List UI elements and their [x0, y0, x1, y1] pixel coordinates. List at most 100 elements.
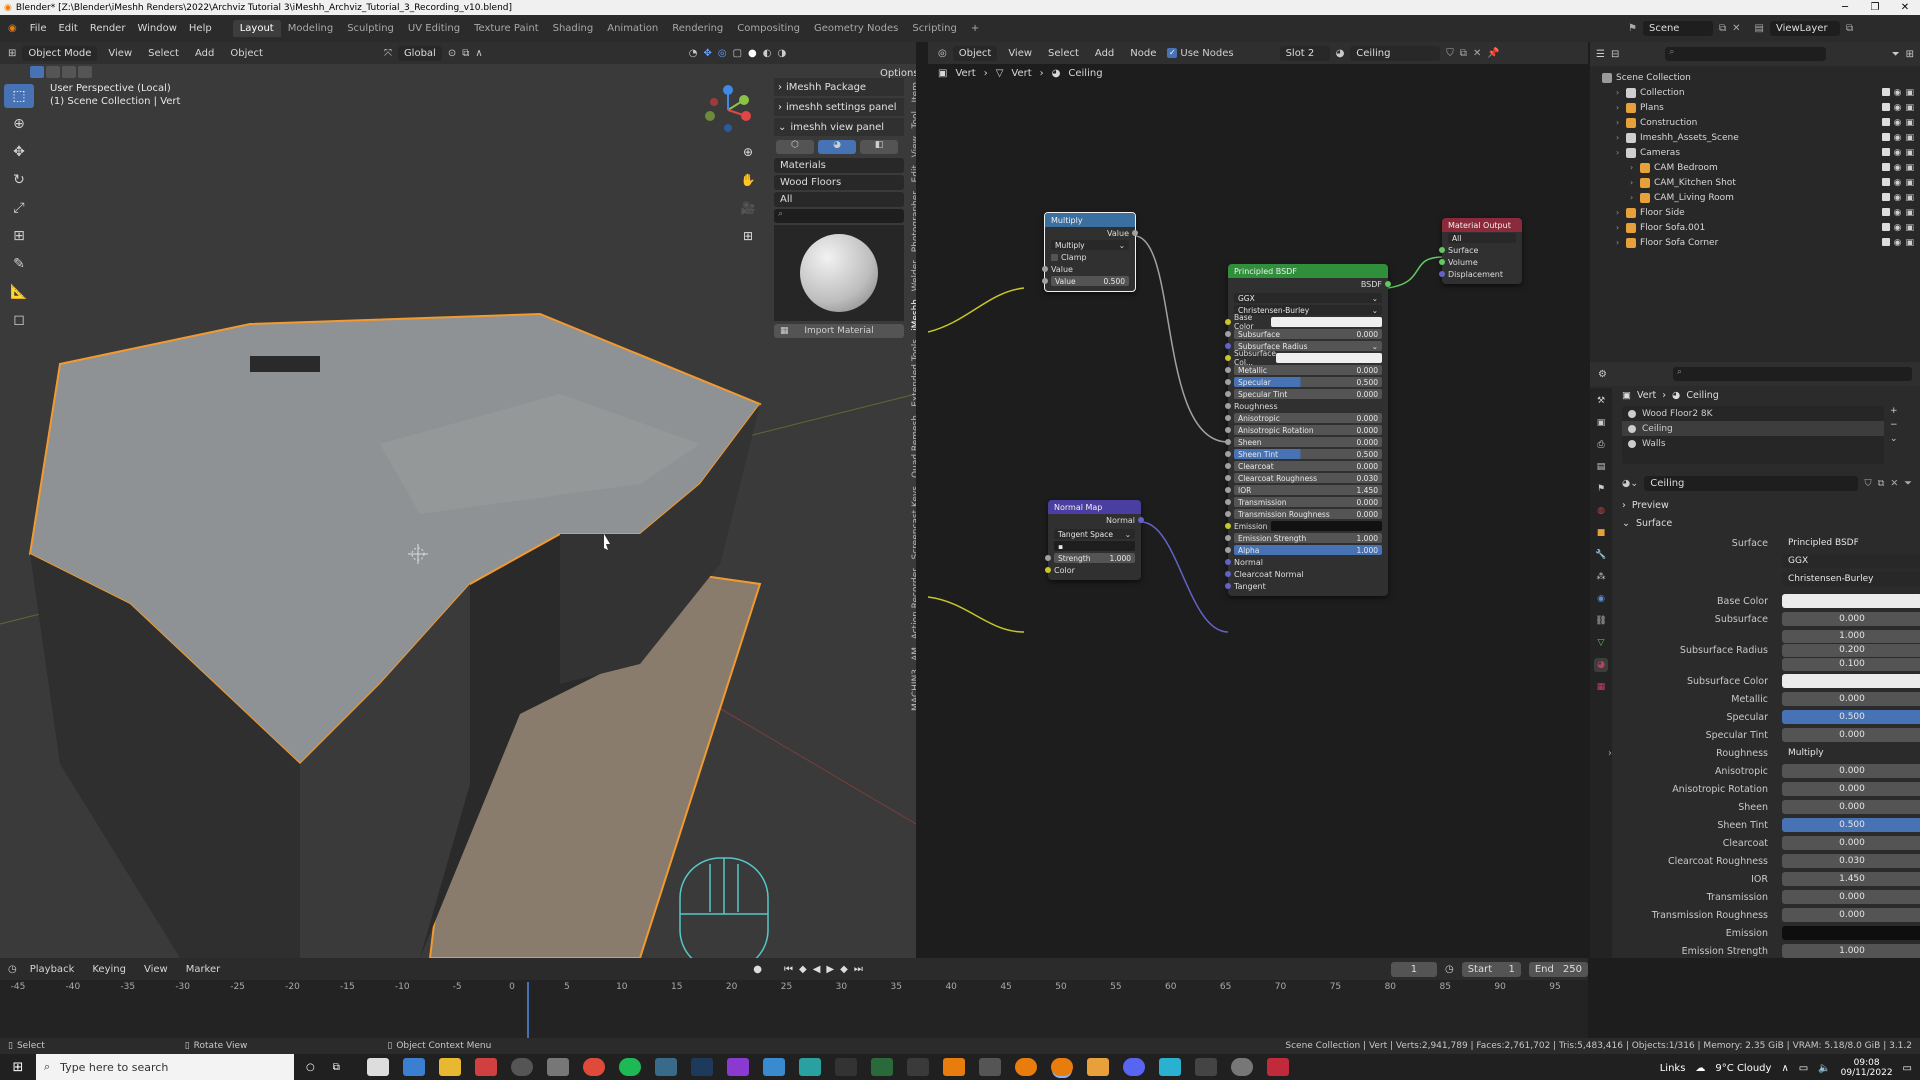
exclude-checkbox-icon[interactable]	[1881, 162, 1890, 171]
close-window-button[interactable]: ✕	[1890, 0, 1920, 15]
node-header[interactable]: Normal Map	[1048, 500, 1141, 514]
app-icon[interactable]	[1158, 1058, 1181, 1076]
shading-material-icon[interactable]: ◐	[763, 48, 772, 59]
shading-solid-icon[interactable]: ●	[748, 48, 757, 59]
cursor-tool-icon[interactable]: ⊕	[4, 112, 34, 136]
app-icon[interactable]	[1230, 1058, 1253, 1076]
expand-icon[interactable]: ›	[1616, 208, 1626, 217]
pin-icon[interactable]: 📌	[1487, 48, 1499, 59]
input-socket[interactable]	[1225, 535, 1231, 541]
timeline-menu-keying[interactable]: Keying	[87, 962, 131, 977]
properties-search-input[interactable]: ⌕	[1672, 367, 1912, 381]
sidebar-tab-edit[interactable]: Edit	[911, 161, 916, 186]
input-socket[interactable]	[1042, 278, 1048, 284]
bsdf-input-row[interactable]: IOR 1.450	[1225, 484, 1388, 496]
outliner-item[interactable]: › Floor Sofa.001 ◉ ▣	[1590, 220, 1920, 235]
workspace-tab-rendering[interactable]: Rendering	[665, 20, 730, 37]
editor-type-icon[interactable]: ⊞	[8, 48, 16, 59]
bsdf-input-row[interactable]: Anisotropic Rotation 0.000	[1225, 424, 1388, 436]
input-socket[interactable]	[1225, 523, 1231, 529]
render-camera-icon[interactable]: ▣	[1905, 223, 1914, 233]
taskbar-search-input[interactable]: ⌕ Type here to search	[36, 1054, 294, 1080]
subcategory-dropdown[interactable]: Wood Floors	[774, 175, 904, 190]
exclude-checkbox-icon[interactable]	[1881, 132, 1890, 141]
expand-icon[interactable]: ›	[1616, 118, 1626, 127]
shader-type-selector[interactable]: Object	[952, 45, 998, 61]
select-subtract-icon[interactable]	[62, 66, 76, 78]
transform-orientation-selector[interactable]: Global	[397, 45, 442, 61]
app-icon[interactable]	[942, 1058, 965, 1076]
expand-icon[interactable]: ›	[1630, 193, 1640, 202]
annotate-tool-icon[interactable]: ✎	[4, 252, 34, 276]
output-socket[interactable]	[1132, 230, 1138, 236]
preview-panel-header[interactable]: › Preview	[1622, 496, 1912, 514]
add-cube-tool-icon[interactable]: ◻	[4, 308, 34, 332]
output-node-input[interactable]: Surface	[1439, 244, 1522, 256]
value-field[interactable]: 0.000	[1782, 890, 1920, 904]
visibility-eye-icon[interactable]: ◉	[1894, 223, 1902, 233]
normal-map-node[interactable]: Normal Map Normal Tangent Space ⌄ ▪ Stren…	[1045, 500, 1144, 580]
uv-map-field[interactable]: ▪	[1054, 541, 1135, 551]
shader-node-editor[interactable]: ◎ Object View Select Add Node ✓ Use Nodes…	[928, 42, 1588, 958]
node-header[interactable]: Material Output	[1442, 218, 1522, 232]
sidebar-tab-machin3[interactable]: MACHIN3	[911, 665, 916, 715]
tray-expand-icon[interactable]: ∧	[1781, 1063, 1788, 1074]
exclude-checkbox-icon[interactable]	[1881, 237, 1890, 246]
workspace-tab-compositing[interactable]: Compositing	[730, 20, 807, 37]
jump-start-icon[interactable]: ⏮	[784, 964, 793, 975]
visibility-eye-icon[interactable]: ◉	[1894, 148, 1902, 158]
input-socket[interactable]	[1225, 511, 1231, 517]
outliner-type-icon[interactable]: ☰	[1596, 49, 1605, 60]
value-field[interactable]: Subsurface 0.000	[1234, 329, 1382, 339]
expand-icon[interactable]: ›	[1616, 103, 1626, 112]
npanel-item-view[interactable]: ⌄ imeshh view panel	[774, 118, 904, 136]
filter-icon[interactable]: ⏷	[1892, 49, 1900, 60]
move-tool-icon[interactable]: ✥	[4, 140, 34, 164]
workspace-tab-sculpting[interactable]: Sculpting	[340, 20, 401, 37]
scene-tab-icon[interactable]: ⚑	[1594, 482, 1608, 496]
task-view-icon[interactable]: ⧉	[333, 1062, 340, 1073]
expand-icon[interactable]: ›	[1608, 748, 1612, 759]
cortana-icon[interactable]: ○	[306, 1062, 315, 1073]
outliner[interactable]: ☰ ⊟ ⌕ ⏷ ⊞ Scene Collection › Collection ◉ ▣…	[1590, 42, 1920, 362]
overlay-toggle-icon[interactable]: ◎	[718, 48, 727, 59]
notion-app-icon[interactable]	[366, 1058, 389, 1076]
prev-key-icon[interactable]: ◆	[799, 964, 807, 975]
value-field[interactable]: Multiply	[1782, 746, 1920, 760]
blender-menu-icon[interactable]: ◉	[8, 23, 17, 34]
input-socket[interactable]	[1045, 555, 1051, 561]
category-dropdown[interactable]: Materials	[774, 158, 904, 173]
vector-component-field[interactable]: 0.200	[1782, 643, 1920, 657]
gizmo-toggle-icon[interactable]: ✥	[703, 48, 711, 59]
output-node-input[interactable]: Volume	[1439, 256, 1522, 268]
use-nodes-checkbox[interactable]: ✓ Use Nodes	[1167, 48, 1234, 59]
app-icon[interactable]	[1266, 1058, 1289, 1076]
sidebar-tab-tool[interactable]: Tool	[911, 107, 916, 132]
surface-shader-field[interactable]: Principled BSDF	[1782, 536, 1920, 550]
viewlayer-selector[interactable]: ViewLayer	[1769, 21, 1840, 36]
visibility-eye-icon[interactable]: ◉	[1894, 193, 1902, 203]
workspace-tab-uv-editing[interactable]: UV Editing	[401, 20, 467, 37]
bsdf-input-row[interactable]: Roughness	[1225, 400, 1388, 412]
exclude-checkbox-icon[interactable]	[1881, 87, 1890, 96]
value-field[interactable]: Sheen 0.000	[1234, 437, 1382, 447]
outliner-item[interactable]: › Floor Sofa Corner ◉ ▣	[1590, 235, 1920, 250]
render-camera-icon[interactable]: ▣	[1905, 193, 1914, 203]
outliner-scene-collection[interactable]: Scene Collection	[1590, 70, 1920, 85]
unlink-material-icon[interactable]: ✕	[1890, 478, 1898, 489]
value-field[interactable]: 0.000	[1782, 728, 1920, 742]
scene-delete-icon[interactable]: ✕	[1732, 23, 1740, 34]
bsdf-input-row[interactable]: Subsurface Col...	[1225, 349, 1388, 367]
output-socket[interactable]	[1385, 281, 1391, 287]
play-reverse-icon[interactable]: ◀	[813, 964, 821, 975]
painter-icon[interactable]	[906, 1058, 929, 1076]
value-field[interactable]: Value 0.500	[1051, 276, 1129, 286]
value-field[interactable]: 0.030	[1782, 854, 1920, 868]
minimize-button[interactable]: ─	[1830, 0, 1860, 15]
input-socket[interactable]	[1225, 499, 1231, 505]
outliner-search-input[interactable]: ⌕	[1665, 47, 1826, 61]
render-tab-icon[interactable]: ▣	[1594, 416, 1608, 430]
viewport-menu-view[interactable]: View	[103, 46, 137, 61]
import-material-button[interactable]: ▦ Import Material	[774, 324, 904, 338]
output-socket[interactable]	[1138, 517, 1144, 523]
